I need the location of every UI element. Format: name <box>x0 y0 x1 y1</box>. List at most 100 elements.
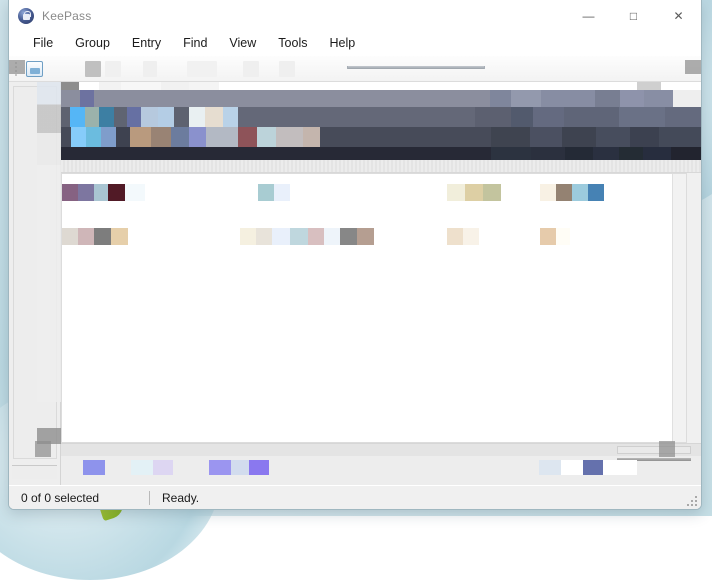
censored-cell <box>99 107 114 127</box>
censored-cell <box>447 228 463 245</box>
censored-cell <box>447 184 465 201</box>
censored-cell <box>94 184 108 201</box>
censored-cell <box>189 82 219 90</box>
censored-cell <box>511 90 541 107</box>
menu-entry[interactable]: Entry <box>122 33 171 53</box>
censored-cell <box>595 90 620 107</box>
title-bar[interactable]: KeePass — □ ✕ <box>9 0 701 31</box>
censored-cell <box>620 90 645 107</box>
censored-cell <box>223 107 238 127</box>
censored-cell <box>101 127 116 147</box>
censored-cell <box>121 82 161 90</box>
censored-cell <box>189 127 206 147</box>
status-message: Ready. <box>150 491 199 505</box>
censored-cell <box>205 107 223 127</box>
resize-grip-icon[interactable] <box>685 494 697 506</box>
group-tree-panel[interactable] <box>9 82 61 485</box>
censored-row-4 <box>61 147 701 160</box>
censored-cell <box>61 127 71 147</box>
panel-splitter[interactable] <box>12 465 57 479</box>
preview-censored-cell <box>153 460 173 475</box>
table-row[interactable] <box>62 184 686 201</box>
preview-censored-cell <box>539 460 561 475</box>
censored-cell <box>256 228 272 245</box>
menu-tools[interactable]: Tools <box>268 33 317 53</box>
censored-cell <box>475 107 511 127</box>
menu-file[interactable]: File <box>23 33 63 53</box>
client-area <box>9 55 701 485</box>
censored-cell <box>483 184 501 201</box>
censored-cell <box>71 127 86 147</box>
censored-cell <box>619 107 665 127</box>
censored-cell <box>274 184 290 201</box>
menu-view[interactable]: View <box>219 33 266 53</box>
censored-cell <box>290 228 308 245</box>
censored-cell <box>70 107 85 127</box>
preview-censored-cell <box>83 460 105 475</box>
preview-scrollbar-track[interactable] <box>617 446 691 454</box>
censored-cell <box>78 228 94 245</box>
toolbar-censored-button-3[interactable] <box>187 61 217 77</box>
toolbar-censored-button-4[interactable] <box>243 61 259 77</box>
censored-cell <box>491 147 531 160</box>
preview-censored-cell <box>583 460 603 475</box>
censored-cell <box>565 147 593 160</box>
menu-find[interactable]: Find <box>173 33 217 53</box>
censored-cell <box>340 228 357 245</box>
censored-cell <box>619 147 643 160</box>
censored-cell <box>588 184 604 201</box>
maximize-button[interactable]: □ <box>611 0 656 31</box>
preview-censored-cell <box>131 460 153 475</box>
censored-cell <box>108 184 125 201</box>
censored-row-1 <box>61 90 701 107</box>
entry-preview-header <box>61 444 701 456</box>
window-edge-marker-right <box>685 60 701 74</box>
toolbar-censored-button-1[interactable] <box>105 61 121 77</box>
censored-cell <box>491 127 529 147</box>
censored-cell <box>80 90 94 107</box>
censored-row-2 <box>61 107 701 127</box>
toolbar-censored-button-5[interactable] <box>279 61 295 77</box>
maximize-icon: □ <box>630 9 637 23</box>
preview-censored-cell <box>249 460 269 475</box>
censored-cell <box>572 184 588 201</box>
minimize-button[interactable]: — <box>566 0 611 31</box>
censored-cell <box>161 82 189 90</box>
censored-cell <box>62 228 78 245</box>
censored-cell <box>673 90 701 107</box>
table-row[interactable] <box>62 228 686 245</box>
toolbar <box>9 56 701 82</box>
censored-cell <box>238 127 257 147</box>
censored-cell <box>564 107 619 127</box>
menu-help[interactable]: Help <box>319 33 365 53</box>
entry-list[interactable] <box>61 173 687 443</box>
censored-cell <box>174 107 189 127</box>
menu-group[interactable]: Group <box>65 33 120 53</box>
entry-list-column-header[interactable] <box>61 160 701 173</box>
censored-cell <box>78 184 94 201</box>
censored-cell <box>596 127 630 147</box>
toolbar-censored-button-0[interactable] <box>85 61 101 77</box>
close-button[interactable]: ✕ <box>656 0 701 31</box>
censored-cell <box>151 127 172 147</box>
censored-cell <box>238 107 475 127</box>
toolbar-censored-button-2[interactable] <box>143 61 157 77</box>
keepass-lock-icon <box>18 8 34 24</box>
preview-censored-cell <box>561 460 583 475</box>
censored-cell <box>258 184 274 201</box>
censored-cell <box>116 127 129 147</box>
censored-cell <box>556 184 572 201</box>
censored-cell <box>206 127 238 147</box>
entry-list-scrollbar[interactable] <box>672 174 686 442</box>
censored-cell <box>86 127 101 147</box>
search-input[interactable] <box>347 66 485 69</box>
censored-cell <box>308 228 324 245</box>
censored-cell <box>357 228 374 245</box>
menu-bar: FileGroupEntryFindViewToolsHelp <box>9 31 701 55</box>
censored-cell <box>85 107 100 127</box>
open-database-icon[interactable] <box>26 61 43 77</box>
censored-row-0 <box>61 82 701 90</box>
entry-preview-panel <box>61 443 701 485</box>
status-bar: 0 of 0 selected Ready. <box>9 485 701 509</box>
censored-cell <box>533 107 564 127</box>
